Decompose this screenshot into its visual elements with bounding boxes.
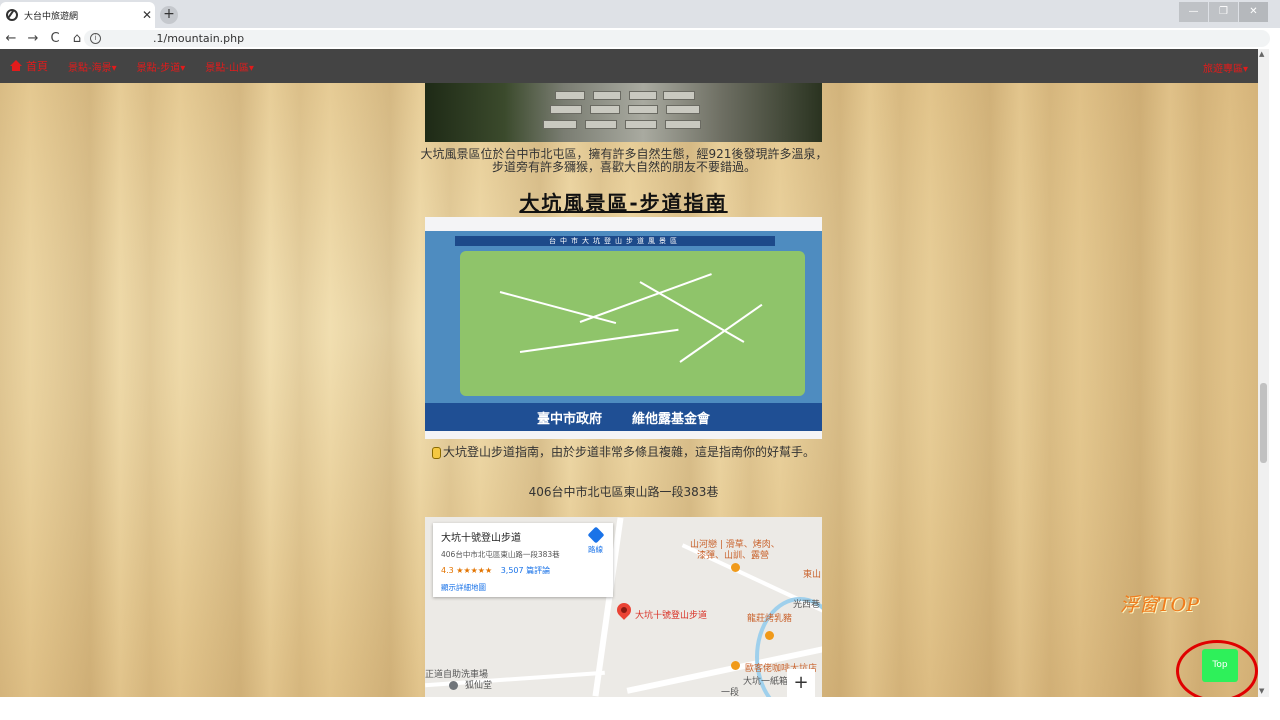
url-text[interactable]: .1/mountain.php <box>153 32 244 45</box>
place-address: 406台中市北屯區東山路一段383巷 <box>441 550 560 559</box>
nav-dropdown-seascape[interactable]: 景點-海景▾ <box>68 59 117 74</box>
description-text: 大坑風景區位於台中市北屯區，擁有許多自然生態，經921後發現許多溫泉，步道旁有許… <box>420 147 828 174</box>
map-caption: 大坑登山步道指南，由於步道非常多條且複雜，這是指南你的好幫手。 <box>425 443 822 460</box>
browser-tab[interactable]: 大台中旅遊網 ✕ <box>0 2 155 28</box>
poi-pin-icon[interactable] <box>731 661 740 670</box>
map-board-land <box>460 251 805 396</box>
paver-stone <box>555 91 585 100</box>
place-name: 大坑十號登山步道 <box>441 533 521 544</box>
map-poi-label[interactable]: 龍莊烤乳豬 <box>747 611 792 624</box>
browser-tab-bar: 大台中旅遊網 ✕ + — ❐ ✕ <box>0 0 1280 28</box>
star-rating-icon: ★★★★★ <box>456 566 493 575</box>
map-board: 台中市大坑登山步道風景區 臺中市政府 維他露基金會 <box>425 231 822 431</box>
directions-icon <box>587 526 604 544</box>
google-map-embed[interactable]: 大坑十號登山步道 406台中市北屯區東山路一段383巷 4.3 ★★★★★ 3,… <box>425 517 822 697</box>
map-board-footer-right: 維他露基金會 <box>632 411 711 427</box>
nav-dropdown-travel-zone[interactable]: 旅遊專區▾ <box>1203 60 1248 75</box>
url-input[interactable]: i .1/mountain.php <box>84 30 1270 47</box>
info-icon[interactable]: i <box>90 33 101 44</box>
map-poi-label[interactable]: 東山 <box>803 567 821 580</box>
paver-stone <box>585 120 617 129</box>
page-scrollbar[interactable]: ▲ ▼ <box>1258 49 1269 697</box>
scroll-thumb[interactable] <box>1260 383 1267 463</box>
pointing-hand-icon <box>431 446 441 459</box>
home-icon <box>10 60 22 71</box>
tab-title: 大台中旅遊網 <box>24 11 79 22</box>
map-poi-label[interactable]: 大坑一紙箱 <box>743 674 788 687</box>
paver-stone <box>663 91 695 100</box>
back-arrow-icon[interactable]: ← <box>0 31 22 46</box>
map-poi-label[interactable]: 漆彈、山訓、露營 <box>697 548 769 561</box>
page-content: 大坑風景區位於台中市北屯區，擁有許多自然生態，經921後發現許多溫泉，步道旁有許… <box>0 83 1258 697</box>
map-board-footer-left: 臺中市政府 <box>536 411 602 427</box>
nav-dropdown-mountain[interactable]: 景點-山區▾ <box>205 59 254 74</box>
paver-stone <box>593 91 621 100</box>
site-navbar: 首頁 景點-海景▾ 景點-步道▾ 景點-山區▾ 旅遊專區▾ <box>0 49 1258 83</box>
place-info-card: 大坑十號登山步道 406台中市北屯區東山路一段383巷 4.3 ★★★★★ 3,… <box>433 523 613 597</box>
trail-map-photo: 台中市大坑登山步道風景區 臺中市政府 維他露基金會 <box>425 217 822 439</box>
paver-stone <box>665 120 701 129</box>
nav-home-link[interactable]: 首頁 <box>10 58 48 74</box>
address-bar-row: ← → C ⌂ i .1/mountain.php <box>0 28 1280 49</box>
nav-dropdown-trail[interactable]: 景點-步道▾ <box>137 59 186 74</box>
zoom-in-button[interactable]: + <box>787 669 815 697</box>
paver-stone <box>543 120 577 129</box>
paver-stone <box>628 105 658 114</box>
location-pin-icon[interactable] <box>614 600 634 620</box>
section-heading: 大坑風景區-步道指南 <box>519 191 728 215</box>
window-controls: — ❐ ✕ <box>1178 2 1268 22</box>
minimize-button[interactable]: — <box>1179 2 1208 22</box>
nav-home-label: 首頁 <box>26 60 48 73</box>
window-close-button[interactable]: ✕ <box>1239 2 1268 22</box>
floating-top-label: 浮窗TOP <box>1120 594 1200 616</box>
rating-value: 4.3 <box>441 566 454 575</box>
restore-button[interactable]: ❐ <box>1209 2 1238 22</box>
paver-stone <box>666 105 700 114</box>
poi-pin-icon[interactable] <box>765 631 774 640</box>
paver-stone <box>550 105 582 114</box>
reviews-link[interactable]: 3,507 篇評論 <box>501 566 550 575</box>
new-tab-button[interactable]: + <box>160 6 178 24</box>
map-poi-label[interactable]: 狐仙堂 <box>465 678 492 691</box>
trail-line <box>519 328 679 353</box>
scroll-down-arrow-icon[interactable]: ▼ <box>1259 687 1264 695</box>
pin-place-label[interactable]: 大坑十號登山步道 <box>635 608 707 621</box>
map-board-title: 台中市大坑登山步道風景區 <box>455 236 775 246</box>
tab-close-icon[interactable]: ✕ <box>139 8 155 22</box>
trail-photo <box>425 83 822 142</box>
poi-pin-icon[interactable] <box>731 563 740 572</box>
paver-stone <box>625 120 657 129</box>
place-rating: 4.3 ★★★★★ 3,507 篇評論 <box>441 565 605 576</box>
reload-icon[interactable]: C <box>44 31 66 46</box>
larger-map-link[interactable]: 顯示詳細地圖 <box>441 582 605 593</box>
map-board-footer: 臺中市政府 維他露基金會 <box>425 403 822 431</box>
globe-icon <box>6 9 18 21</box>
directions-button[interactable]: 路線 <box>587 526 604 555</box>
map-street-label: 光西巷 <box>793 600 821 610</box>
poi-pin-icon[interactable] <box>449 681 458 690</box>
scroll-up-arrow-icon[interactable]: ▲ <box>1259 50 1264 58</box>
bottom-strip <box>0 697 1280 720</box>
forward-arrow-icon[interactable]: → <box>22 31 44 46</box>
directions-label: 路線 <box>588 545 603 554</box>
map-street-label: 一段 <box>721 688 740 697</box>
paver-stone <box>590 105 620 114</box>
paver-stone <box>629 91 657 100</box>
trail-line <box>499 291 617 325</box>
address-text: 406台中市北屯區東山路一段383巷 <box>528 485 719 499</box>
trail-line <box>579 273 712 323</box>
back-to-top-button[interactable]: Top <box>1202 649 1238 682</box>
map-caption-text: 大坑登山步道指南，由於步道非常多條且複雜，這是指南你的好幫手。 <box>442 445 815 459</box>
